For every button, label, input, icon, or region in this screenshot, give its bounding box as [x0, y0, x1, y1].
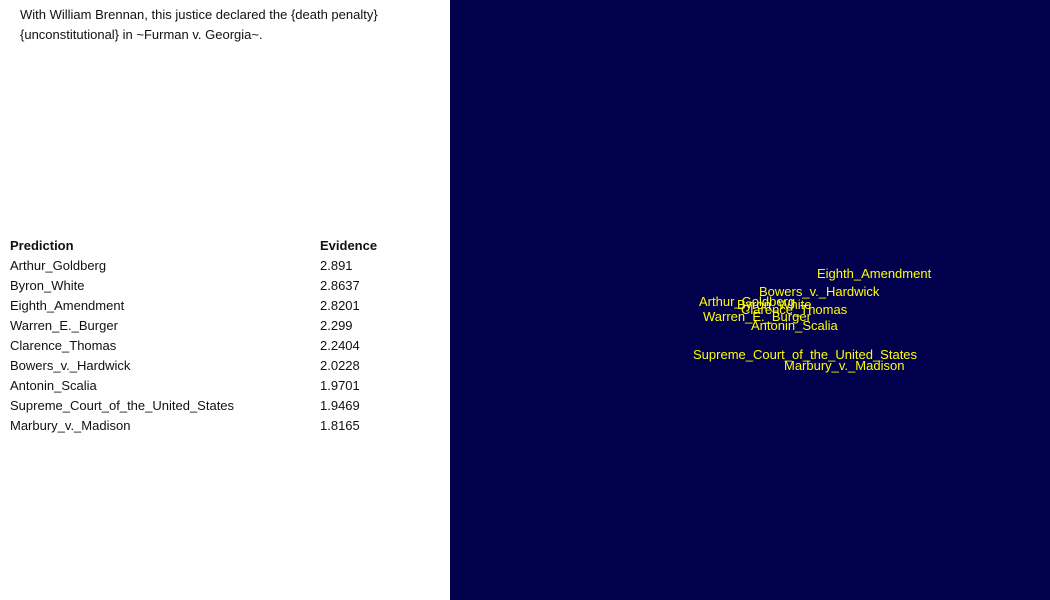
evidence-cell: 2.2404 [320, 337, 360, 353]
prediction-cell: Bowers_v._Hardwick [10, 357, 131, 373]
table-row: Marbury_v._Madison 1.8165 [10, 415, 440, 435]
prediction-cell: Antonin_Scalia [10, 377, 97, 393]
evidence-cell: 1.9469 [320, 397, 360, 413]
question-line-2: {unconstitutional} in ~Furman v. Georgia… [20, 27, 263, 42]
table-row: Byron_White 2.8637 [10, 275, 440, 295]
prediction-cell: Arthur_Goldberg [10, 257, 107, 273]
prediction-cell: Marbury_v._Madison [10, 417, 131, 433]
table-header-row: Prediction Evidence [10, 235, 440, 255]
left-panel: With William Brennan, this justice decla… [0, 0, 450, 600]
evidence-cell: 1.9701 [320, 377, 360, 393]
table-row: Supreme_Court_of_the_United_States 1.946… [10, 395, 440, 415]
map-label-antonin-scalia: Antonin_Scalia [751, 318, 838, 333]
table-row: Warren_E._Burger 2.299 [10, 315, 440, 335]
evidence-cell: 2.0228 [320, 357, 360, 373]
prediction-header: Prediction [10, 237, 74, 253]
prediction-cell: Clarence_Thomas [10, 337, 117, 353]
prediction-cell: Eighth_Amendment [10, 297, 125, 313]
prediction-cell: Warren_E._Burger [10, 317, 118, 333]
question-line-1: With William Brennan, this justice decla… [20, 7, 378, 22]
map-label-marbury-v-madison: Marbury_v._Madison [784, 358, 905, 373]
evidence-cell: 2.8637 [320, 277, 360, 293]
table-row: Bowers_v._Hardwick 2.0228 [10, 355, 440, 375]
embedding-map-panel: Eighth_Amendment Bowers_v._Hardwick Arth… [450, 0, 1050, 600]
question-text: With William Brennan, this justice decla… [20, 5, 430, 45]
evidence-cell: 2.891 [320, 257, 353, 273]
table-row: Arthur_Goldberg 2.891 [10, 255, 440, 275]
prediction-cell: Supreme_Court_of_the_United_States [10, 397, 235, 413]
results-table: Prediction Evidence Arthur_Goldberg 2.89… [10, 235, 440, 435]
map-label-eighth-amendment: Eighth_Amendment [817, 266, 932, 281]
table-row: Antonin_Scalia 1.9701 [10, 375, 440, 395]
evidence-cell: 2.299 [320, 317, 353, 333]
table-row: Eighth_Amendment 2.8201 [10, 295, 440, 315]
prediction-cell: Byron_White [10, 277, 85, 293]
evidence-cell: 2.8201 [320, 297, 360, 313]
evidence-header: Evidence [320, 237, 378, 253]
evidence-cell: 1.8165 [320, 417, 360, 433]
table-row: Clarence_Thomas 2.2404 [10, 335, 440, 355]
